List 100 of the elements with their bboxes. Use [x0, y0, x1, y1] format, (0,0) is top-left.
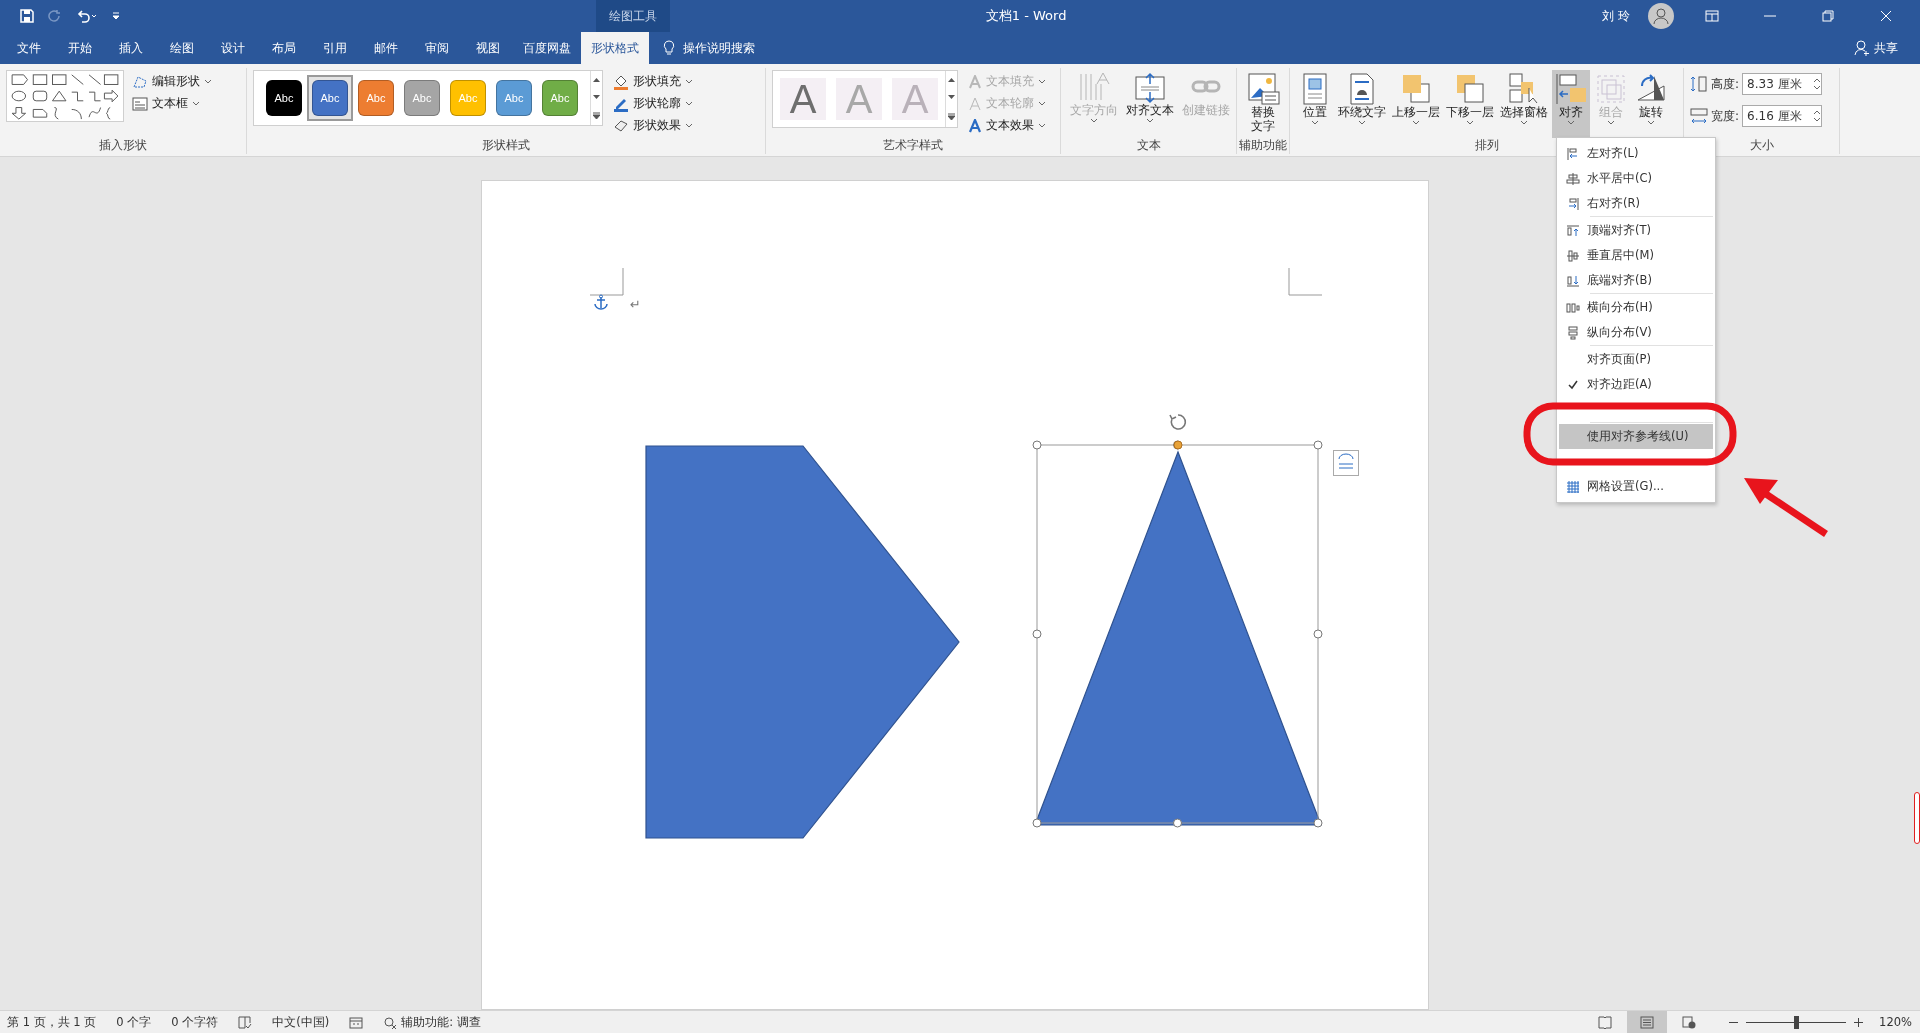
- ribbon-command[interactable]: 形状效果: [611, 116, 695, 135]
- ribbon-tab[interactable]: 插入: [105, 32, 156, 64]
- ribbon-tab[interactable]: 引用: [309, 32, 360, 64]
- chevron-down-icon: [1311, 119, 1319, 125]
- word-count[interactable]: 0 个字: [116, 1014, 152, 1030]
- margin-corner-icon: [1288, 268, 1322, 296]
- group-label: 排列: [1474, 138, 1499, 152]
- language-indicator[interactable]: 中文(中国): [272, 1014, 330, 1030]
- menu-item[interactable]: 横向分布(H): [1559, 295, 1713, 320]
- ribbon-tab[interactable]: 布局: [258, 32, 309, 64]
- ribbon-command[interactable]: 形状轮廓: [611, 94, 695, 113]
- margin-corner-icon: [590, 268, 624, 296]
- size-field[interactable]: 8.33 厘米: [1742, 73, 1823, 95]
- ribbon-command[interactable]: 编辑形状: [130, 72, 214, 91]
- ribbon-tab[interactable]: 开始: [54, 32, 105, 64]
- menu-item[interactable]: 水平居中(C): [1559, 166, 1713, 191]
- avatar-icon[interactable]: [1648, 3, 1674, 29]
- lightbulb-icon: [663, 40, 675, 56]
- group-icon: [1594, 72, 1628, 106]
- letter-a-outline-icon: [968, 96, 982, 111]
- expand-gallery-icon[interactable]: [593, 111, 600, 119]
- scroll-down-icon[interactable]: [593, 94, 600, 99]
- minimize-icon: [1764, 15, 1776, 17]
- ribbon-button[interactable]: 对齐文本: [1123, 70, 1177, 138]
- chevron-down-icon: [1567, 119, 1575, 125]
- chevron-down-icon: [1466, 119, 1474, 125]
- scroll-up-icon[interactable]: [593, 77, 600, 82]
- ribbon-command[interactable]: 文本框: [130, 94, 214, 113]
- ribbon-tab[interactable]: 形状格式: [581, 32, 649, 64]
- zoom-level[interactable]: 120%: [1879, 1015, 1912, 1029]
- zoom-in-icon[interactable]: [1854, 1017, 1864, 1027]
- menu-item[interactable]: 网格设置(G)...: [1559, 474, 1713, 499]
- ribbon-tab[interactable]: 文件: [3, 32, 54, 64]
- char-count[interactable]: 0 个字符: [171, 1014, 219, 1030]
- wrap-text-icon: [1348, 72, 1376, 106]
- menu-item[interactable]: 顶端对齐(T): [1559, 218, 1713, 243]
- menu-item[interactable]: 垂直居中(M): [1559, 243, 1713, 268]
- ribbon-tab[interactable]: 邮件: [360, 32, 411, 64]
- scroll-up-icon[interactable]: [948, 77, 955, 82]
- proofing-icon[interactable]: [238, 1015, 253, 1029]
- ribbon-button[interactable]: 位置: [1296, 70, 1334, 138]
- chevron-down-icon: [1038, 123, 1046, 128]
- menu-item[interactable]: 左对齐(L): [1559, 141, 1713, 166]
- share-button[interactable]: 共享: [1848, 32, 1904, 64]
- letter-a-glow-icon: [968, 118, 982, 133]
- ribbon-button[interactable]: 对齐: [1552, 70, 1590, 138]
- page-count[interactable]: 第 1 页，共 1 页: [7, 1014, 97, 1030]
- ribbon-button[interactable]: 替换文字: [1243, 70, 1283, 138]
- ribbon-tab[interactable]: 审阅: [411, 32, 462, 64]
- style-swatch[interactable]: Abc: [307, 75, 353, 121]
- wordart-sample[interactable]: A: [780, 78, 826, 120]
- letter-a-icon: [968, 74, 982, 89]
- size-field[interactable]: 6.16 厘米: [1742, 105, 1823, 127]
- chevron-down-icon: [1647, 119, 1655, 125]
- ribbon-tab[interactable]: 视图: [462, 32, 513, 64]
- ribbon-command[interactable]: 形状填充: [611, 72, 695, 91]
- scroll-down-icon[interactable]: [948, 95, 955, 100]
- ribbon-tab[interactable]: 设计: [207, 32, 258, 64]
- tell-me-search[interactable]: 操作说明搜索: [657, 32, 761, 64]
- ribbon-button[interactable]: 旋转: [1632, 70, 1670, 138]
- customize-toolbar-icon[interactable]: [112, 12, 120, 20]
- height-icon: [1690, 75, 1708, 93]
- shapes-gallery[interactable]: [6, 70, 124, 122]
- pentagon-shape[interactable]: [645, 445, 961, 839]
- align-right-icon: [1566, 196, 1580, 211]
- chevron-down-icon: [1038, 101, 1046, 106]
- view-button[interactable]: [1627, 1011, 1668, 1033]
- save-icon[interactable]: [20, 9, 34, 23]
- group-label: 文本: [1136, 138, 1161, 152]
- menu-item[interactable]: 右对齐(R): [1559, 191, 1713, 216]
- menu-item[interactable]: 底端对齐(B): [1559, 268, 1713, 293]
- menu-item[interactable]: 对齐边距(A): [1559, 372, 1713, 397]
- ribbon-button[interactable]: 环绕文字: [1336, 70, 1388, 138]
- person-add-icon: [1854, 40, 1870, 56]
- menu-item[interactable]: 对齐页面(P): [1559, 347, 1713, 372]
- ribbon-tab[interactable]: 绘图: [156, 32, 207, 64]
- macro-icon[interactable]: [349, 1015, 364, 1029]
- ribbon-button[interactable]: 下移一层: [1444, 70, 1496, 138]
- accessibility-icon[interactable]: [383, 1015, 398, 1029]
- width-icon: [1690, 107, 1708, 125]
- field-label: 高度:: [1711, 75, 1740, 93]
- align-middle-icon: [1566, 248, 1580, 263]
- align-center-icon: [1566, 171, 1580, 186]
- accessibility-status[interactable]: 辅助功能: 调查: [401, 1014, 481, 1030]
- spinner-arrows-icon[interactable]: [1813, 77, 1822, 91]
- ribbon-button[interactable]: 上移一层: [1390, 70, 1442, 138]
- ribbon-command[interactable]: 文本效果: [966, 116, 1048, 135]
- expand-gallery-icon[interactable]: [948, 113, 955, 121]
- edit-points-icon: [132, 74, 148, 89]
- spinner-arrows-icon[interactable]: [1813, 109, 1822, 123]
- menu-item[interactable]: 使用对齐参考线(U): [1559, 424, 1713, 449]
- field-label: 宽度:: [1711, 107, 1740, 125]
- chevron-down-icon: [1412, 119, 1420, 125]
- undo-icon[interactable]: [76, 9, 98, 23]
- zoom-slider-thumb[interactable]: [1794, 1015, 1800, 1029]
- ribbon-button[interactable]: 选择窗格: [1498, 70, 1550, 138]
- chevron-down-icon: [204, 79, 212, 84]
- menu-item[interactable]: 纵向分布(V): [1559, 320, 1713, 345]
- ribbon-tab[interactable]: 百度网盘: [513, 32, 581, 64]
- chevron-down-icon: [1607, 119, 1615, 125]
